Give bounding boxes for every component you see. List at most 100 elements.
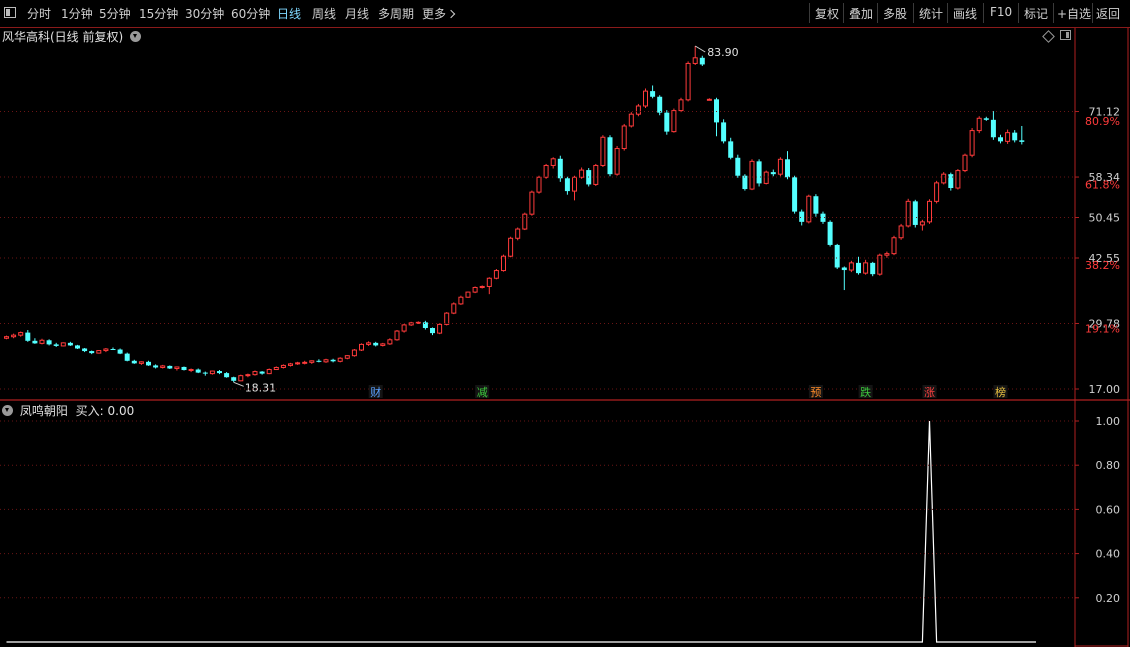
candle-body — [976, 117, 982, 132]
candle-body — [1019, 140, 1025, 142]
percent-tick-label: 80.9% — [1085, 115, 1120, 128]
indicator-chart[interactable] — [6, 420, 1037, 643]
candle-body — [699, 57, 705, 65]
period-tab-daily[interactable]: 日线 — [277, 5, 301, 22]
statistics-button[interactable]: 统计 — [919, 5, 943, 22]
buy-signal-line — [6, 420, 1036, 643]
candlestick-chart[interactable]: 83.90 18.31 — [4, 45, 1025, 394]
more-periods-label: 更多 — [422, 7, 447, 21]
candle-body — [508, 237, 514, 257]
price-tick-label: 50.45 — [1089, 212, 1121, 225]
adjust-button[interactable]: 复权 — [815, 5, 839, 22]
candle-body — [295, 362, 301, 365]
candle-body — [359, 343, 364, 351]
candle-body — [174, 366, 180, 369]
period-tab-1min[interactable]: 1分钟 — [61, 5, 93, 22]
indicator-axis: 1.00 0.80 0.60 0.40 0.20 — [0, 415, 1120, 605]
candle-body — [941, 173, 947, 184]
period-tab-60min[interactable]: 60分钟 — [231, 5, 270, 22]
candle-body — [430, 327, 435, 334]
toolbar-divider — [843, 3, 844, 23]
candle-body — [955, 170, 961, 189]
chevron-down-icon[interactable] — [2, 405, 13, 416]
candle-body — [891, 237, 897, 255]
candle-body — [529, 191, 535, 215]
chevron-down-icon[interactable] — [130, 31, 142, 42]
candle-body — [422, 322, 428, 328]
candle-body — [564, 178, 570, 192]
period-tab-15min[interactable]: 15分钟 — [139, 5, 178, 22]
period-tab-30min[interactable]: 30分钟 — [185, 5, 224, 22]
percent-tick-label: 38.2% — [1085, 259, 1120, 272]
window-toggle-icon[interactable] — [1060, 30, 1071, 40]
mark-button[interactable]: 标记 — [1024, 5, 1048, 22]
candle-body — [32, 340, 38, 344]
event-markers: 财减预跌涨榜 — [368, 385, 1008, 399]
max-price-arrow — [694, 45, 706, 53]
candle-body — [919, 221, 925, 226]
f10-button[interactable]: F10 — [990, 5, 1012, 19]
candle-body — [749, 160, 755, 190]
add-watchlist-button[interactable]: +自选 — [1057, 5, 1091, 22]
candle-body — [60, 342, 66, 347]
candle-body — [280, 364, 286, 368]
candle-body — [451, 303, 457, 314]
draw-line-button[interactable]: 画线 — [953, 5, 977, 22]
candle-body — [934, 182, 940, 202]
candle-body — [373, 342, 379, 346]
candle-body — [870, 262, 876, 275]
candle-body — [195, 369, 201, 373]
candle-body — [103, 348, 109, 352]
candle-body — [643, 90, 648, 107]
overlay-button[interactable]: 叠加 — [849, 5, 873, 22]
candle-body — [259, 371, 265, 374]
candle-body — [479, 285, 485, 288]
candle-body — [11, 334, 17, 338]
candle-body — [898, 225, 904, 239]
period-tab-intraday[interactable]: 分时 — [27, 5, 51, 22]
candle-body — [905, 200, 911, 227]
indicator-name: 凤鸣朝阳 — [19, 404, 68, 418]
candle-body — [387, 339, 393, 345]
window-layout-icon[interactable] — [4, 7, 16, 18]
candle-body — [472, 286, 478, 293]
toolbar-divider — [947, 3, 948, 23]
period-tab-monthly[interactable]: 月线 — [345, 5, 369, 22]
candle-body — [756, 161, 762, 184]
candle-body — [650, 91, 656, 97]
candle-body — [138, 361, 144, 364]
candle-body — [628, 113, 634, 127]
more-periods-button[interactable]: 更多 — [422, 5, 456, 22]
chevron-right-icon — [446, 9, 456, 19]
candle-body — [543, 164, 549, 178]
candle-body — [124, 353, 130, 361]
candle-body — [89, 351, 95, 354]
candle-body — [721, 122, 727, 142]
candle-body — [458, 296, 464, 305]
candle-body — [46, 340, 52, 345]
candle-body — [621, 125, 627, 150]
candle-body — [848, 262, 854, 271]
candle-body — [231, 377, 237, 381]
candle-body — [572, 176, 577, 192]
back-button[interactable]: 返回 — [1096, 5, 1120, 22]
period-tab-5min[interactable]: 5分钟 — [99, 5, 131, 22]
period-tab-weekly[interactable]: 周线 — [312, 5, 336, 22]
chart-frame — [0, 28, 1130, 647]
candle-body — [671, 110, 677, 133]
candle-body — [664, 112, 670, 132]
period-tab-multi[interactable]: 多周期 — [378, 5, 414, 22]
candle-body — [728, 141, 734, 158]
candle-body — [67, 342, 73, 346]
candle-body — [593, 164, 599, 185]
multi-stock-button[interactable]: 多股 — [883, 5, 907, 22]
price-tick-label: 17.00 — [1089, 383, 1121, 396]
toolbar-divider — [877, 3, 878, 23]
candle-body — [600, 136, 606, 166]
candle-body — [983, 118, 989, 120]
candle-body — [96, 350, 102, 354]
candle-body — [990, 119, 996, 138]
candle-body — [799, 211, 805, 222]
candle-body — [948, 174, 954, 189]
candle-body — [635, 105, 641, 115]
